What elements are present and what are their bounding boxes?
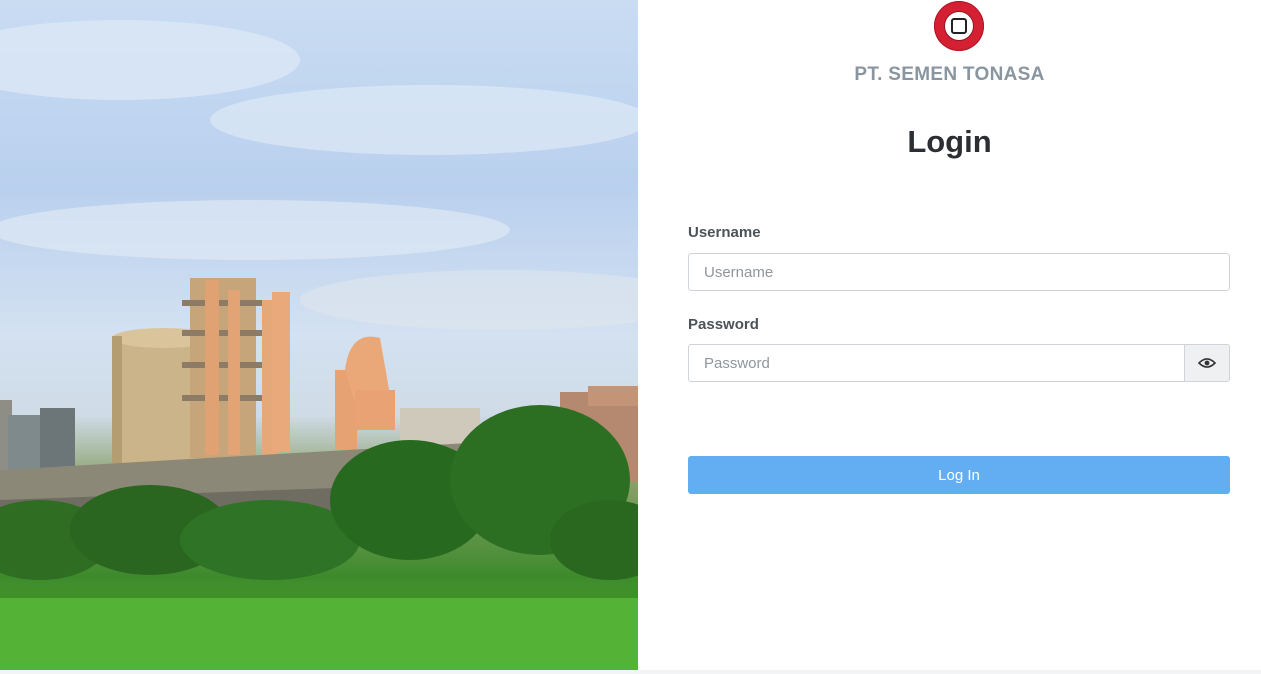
password-input[interactable] [688, 344, 1185, 382]
username-input[interactable] [688, 253, 1230, 291]
logo-glyph-icon [951, 18, 967, 34]
eye-icon [1198, 358, 1216, 368]
login-button[interactable]: Log In [688, 456, 1230, 494]
page-title: Login [907, 124, 992, 159]
logo-emblem [944, 11, 974, 41]
cement-plant-photo [0, 20, 638, 670]
login-panel: PT. SEMEN TONASA Login Username Password… [638, 0, 1261, 670]
hero-image [0, 0, 638, 670]
bottom-border [0, 670, 1261, 674]
toggle-password-visibility-button[interactable] [1184, 344, 1230, 382]
company-name: PT. SEMEN TONASA [854, 64, 1045, 85]
password-label: Password [688, 316, 759, 333]
username-label: Username [688, 224, 761, 241]
company-logo [934, 1, 984, 51]
